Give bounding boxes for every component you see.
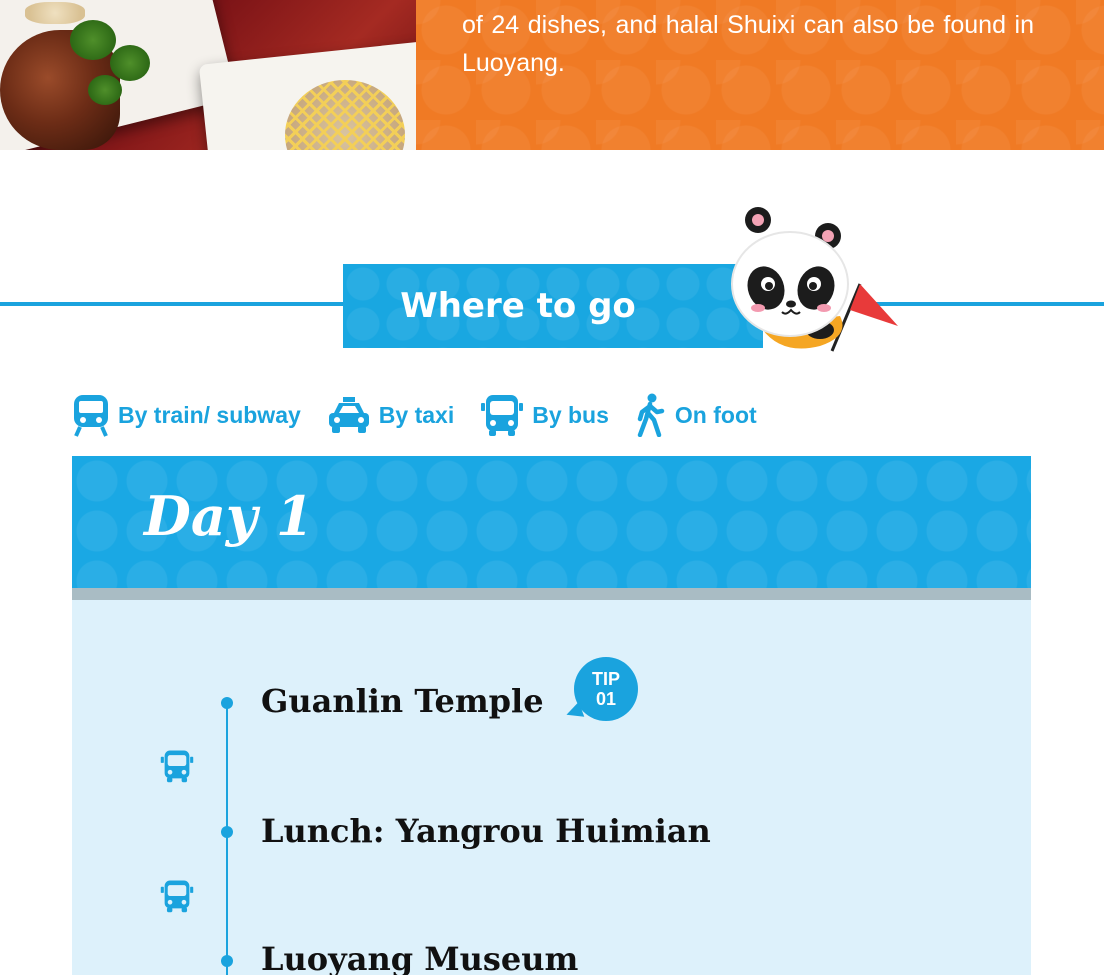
intro-panel: of 24 dishes, and halal Shuixi can also … bbox=[416, 0, 1104, 150]
walk-icon bbox=[637, 393, 665, 437]
day-banner: Day 1 bbox=[72, 456, 1031, 588]
bus-icon bbox=[481, 395, 524, 436]
section-rule-right bbox=[870, 302, 1104, 306]
section-header: Where to go bbox=[343, 264, 763, 348]
cashew-image bbox=[25, 2, 85, 24]
broccoli-image bbox=[70, 20, 116, 60]
legend-walk: On foot bbox=[635, 393, 757, 437]
legend-label: By train/ subway bbox=[118, 401, 301, 428]
taxi-icon bbox=[328, 397, 369, 433]
itinerary-panel: Guanlin Temple TIP 01 Lunch: Yangrou Hui… bbox=[72, 600, 1031, 975]
panda-mascot-icon bbox=[731, 207, 898, 352]
top-band: of 24 dishes, and halal Shuixi can also … bbox=[0, 0, 1104, 150]
section-rule-left bbox=[0, 302, 343, 306]
transport-legend: By train/ subway By taxi By bus On foot bbox=[72, 390, 783, 440]
section-title: Where to go bbox=[400, 286, 636, 326]
legend-bus: By bus bbox=[480, 393, 609, 437]
broccoli-image bbox=[88, 75, 122, 105]
timeline-dot bbox=[221, 697, 233, 709]
intro-text: of 24 dishes, and halal Shuixi can also … bbox=[462, 11, 1034, 77]
stop-lunch: Lunch: Yangrou Huimian bbox=[261, 812, 711, 850]
stop-guanlin-temple: Guanlin Temple bbox=[261, 682, 544, 720]
legend-taxi: By taxi bbox=[327, 395, 454, 435]
timeline-line bbox=[226, 703, 228, 975]
timeline-dot bbox=[221, 826, 233, 838]
day-title: Day 1 bbox=[144, 484, 314, 548]
tip-label: TIP bbox=[591, 669, 620, 689]
tip-badge[interactable]: TIP 01 bbox=[574, 657, 638, 721]
food-photo bbox=[0, 0, 416, 150]
train-icon bbox=[74, 395, 108, 437]
timeline-dot bbox=[221, 955, 233, 967]
legend-label: On foot bbox=[674, 401, 757, 428]
day-banner-shadow bbox=[72, 588, 1031, 600]
legend-label: By taxi bbox=[378, 401, 455, 428]
tip-number: 01 bbox=[595, 689, 617, 709]
bus-icon bbox=[160, 880, 194, 913]
broccoli-image bbox=[110, 45, 150, 81]
legend-label: By bus bbox=[532, 401, 609, 428]
bus-icon bbox=[160, 750, 194, 783]
stop-luoyang-museum: Luoyang Museum bbox=[261, 940, 579, 975]
legend-train: By train/ subway bbox=[72, 393, 301, 437]
